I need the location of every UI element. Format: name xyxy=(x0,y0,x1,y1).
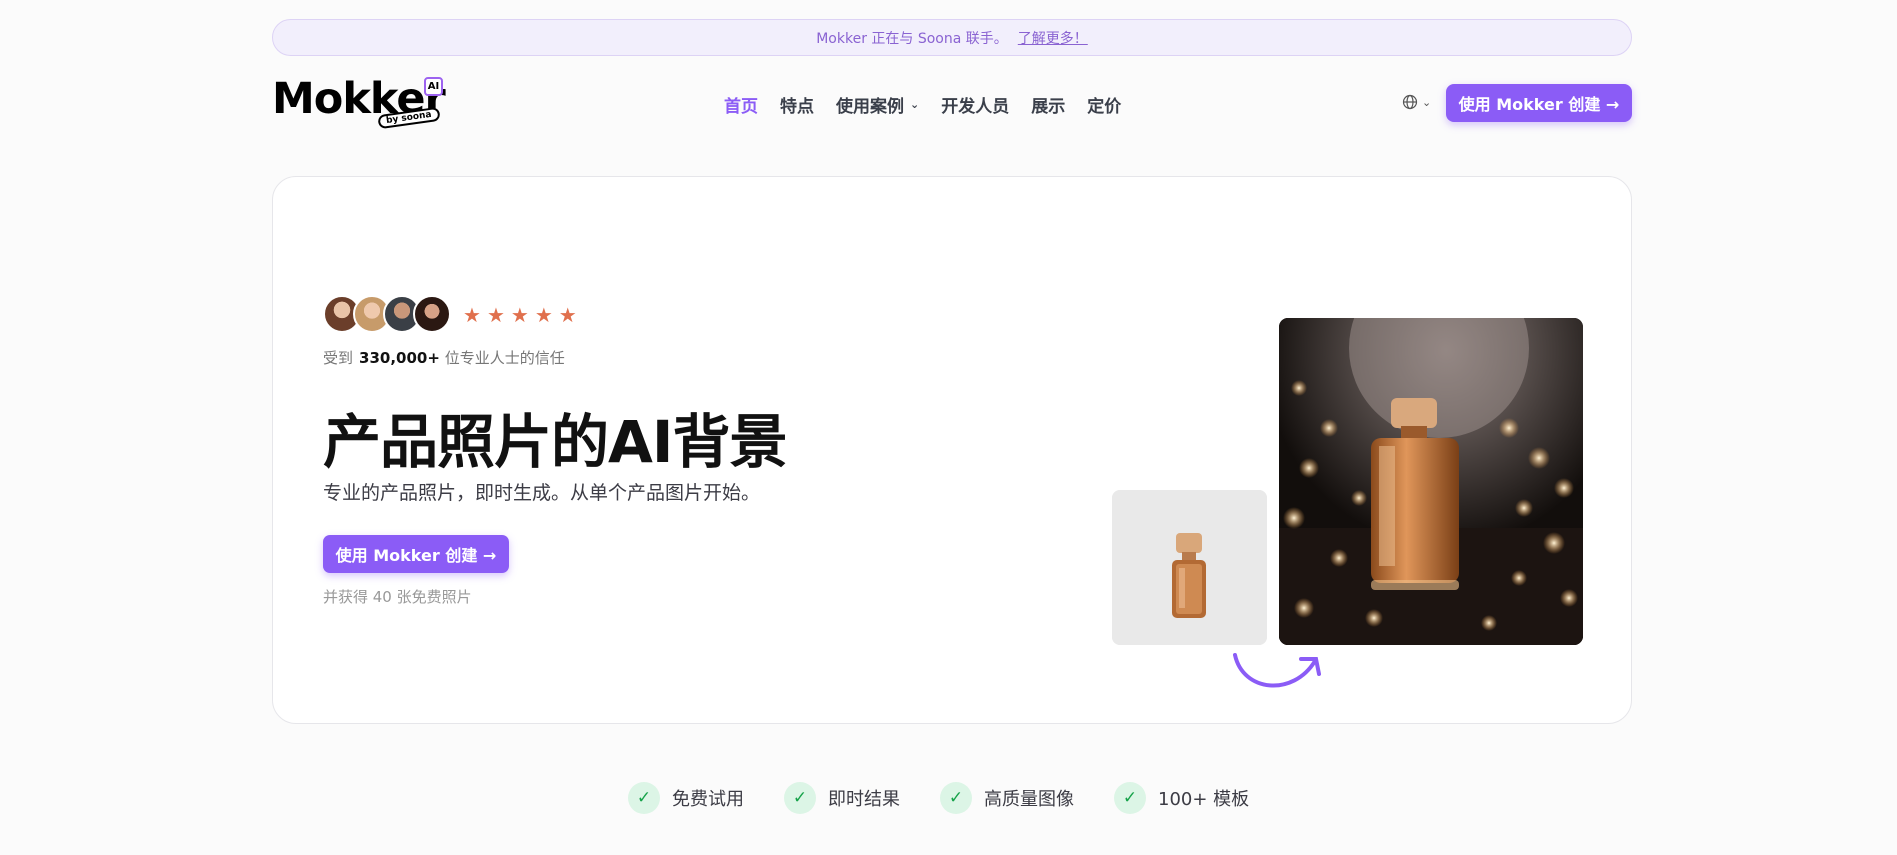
check-icon: ✓ xyxy=(784,782,816,814)
feature-item: ✓ 即时结果 xyxy=(784,782,900,814)
check-icon: ✓ xyxy=(940,782,972,814)
nav-developers[interactable]: 开发人员 xyxy=(941,92,1009,117)
trust-count: 330,000+ xyxy=(359,349,440,367)
feature-label: 100+ 模板 xyxy=(1158,789,1250,810)
avatar xyxy=(413,295,451,333)
star-icon: ★ xyxy=(534,303,553,327)
hero-card: ★ ★ ★ ★ ★ 受到 330,000+ 位专业人士的信任 产品照片的AI背景 … xyxy=(272,176,1632,724)
chevron-down-icon: ⌄ xyxy=(910,98,920,111)
check-icon: ✓ xyxy=(1114,782,1146,814)
hero-subtitle: 专业的产品照片，即时生成。从单个产品图片开始。 xyxy=(323,482,761,504)
nav-pricing[interactable]: 定价 xyxy=(1087,92,1121,117)
product-image-after xyxy=(1279,318,1583,645)
feature-item: ✓ 免费试用 xyxy=(628,782,744,814)
hero-title: 产品照片的AI背景 xyxy=(323,395,787,479)
trust-line: 受到 330,000+ 位专业人士的信任 xyxy=(323,347,565,368)
nav-home[interactable]: 首页 xyxy=(724,92,758,117)
feature-list: ✓ 免费试用 ✓ 即时结果 ✓ 高质量图像 ✓ 100+ 模板 xyxy=(628,782,1249,814)
avatar-group xyxy=(323,295,451,333)
nav-use-cases[interactable]: 使用案例 ⌄ xyxy=(836,92,919,117)
hero-title-text: 产品照片的AI背景 xyxy=(323,408,787,476)
feature-item: ✓ 高质量图像 xyxy=(940,782,1074,814)
star-icon: ★ xyxy=(463,303,481,327)
learn-more-link[interactable]: 了解更多！ xyxy=(1018,28,1088,48)
globe-icon xyxy=(1402,94,1418,110)
feature-label: 高质量图像 xyxy=(984,789,1074,810)
header: Mokker AI by soona 首页 特点 使用案例 ⌄ 开发人员 展示 … xyxy=(272,72,1632,132)
feature-item: ✓ 100+ 模板 xyxy=(1114,782,1249,814)
feature-label: 免费试用 xyxy=(672,789,744,810)
star-icon: ★ xyxy=(486,303,505,327)
header-create-button[interactable]: 使用 Mokker 创建 → xyxy=(1446,84,1632,122)
language-selector[interactable]: ⌄ xyxy=(1402,94,1431,110)
rating-stars: ★ ★ ★ ★ ★ xyxy=(463,305,577,325)
star-icon: ★ xyxy=(510,303,529,327)
banner-text: Mokker 正在与 Soona 联手。 xyxy=(816,30,1008,47)
logo[interactable]: Mokker AI by soona xyxy=(272,72,452,132)
star-icon: ★ xyxy=(558,303,577,327)
ai-badge: AI xyxy=(424,77,443,96)
main-nav: 首页 特点 使用案例 ⌄ 开发人员 展示 定价 xyxy=(724,92,1121,117)
free-photos-note: 并获得 40 张免费照片 xyxy=(323,588,472,606)
trust-suffix: 位专业人士的信任 xyxy=(444,349,565,367)
product-image-before xyxy=(1112,490,1267,645)
transform-arrow-icon xyxy=(1233,653,1321,688)
trust-prefix: 受到 xyxy=(323,349,354,367)
feature-label: 即时结果 xyxy=(828,789,900,810)
chevron-down-icon: ⌄ xyxy=(1422,95,1432,109)
nav-features[interactable]: 特点 xyxy=(780,92,814,117)
nav-use-cases-label: 使用案例 xyxy=(836,97,904,117)
hero-create-button[interactable]: 使用 Mokker 创建 → xyxy=(323,535,509,573)
announcement-banner: Mokker 正在与 Soona 联手。 了解更多！ xyxy=(272,19,1632,56)
nav-showcase[interactable]: 展示 xyxy=(1031,92,1065,117)
check-icon: ✓ xyxy=(628,782,660,814)
